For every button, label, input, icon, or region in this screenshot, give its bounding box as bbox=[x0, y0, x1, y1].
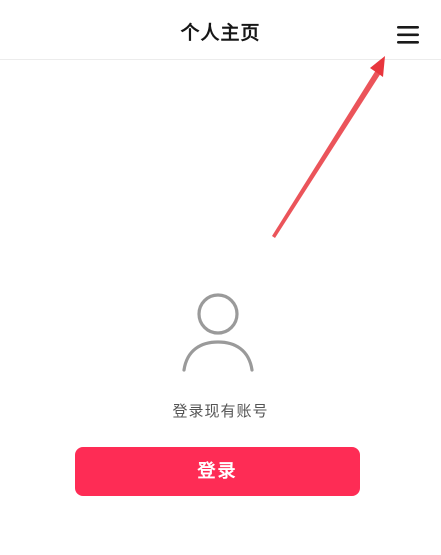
user-silhouette-icon bbox=[182, 293, 254, 372]
page-title: 个人主页 bbox=[180, 22, 261, 44]
hamburger-menu-icon bbox=[397, 26, 419, 44]
top-bar: 个人主页 bbox=[0, 0, 441, 60]
login-button[interactable]: 登录 bbox=[75, 447, 360, 496]
profile-screen: 个人主页 登录现有账号 登录 bbox=[0, 0, 441, 555]
avatar-placeholder bbox=[181, 290, 255, 374]
login-prompt-text: 登录现有账号 bbox=[172, 402, 269, 420]
menu-button[interactable] bbox=[392, 22, 424, 48]
